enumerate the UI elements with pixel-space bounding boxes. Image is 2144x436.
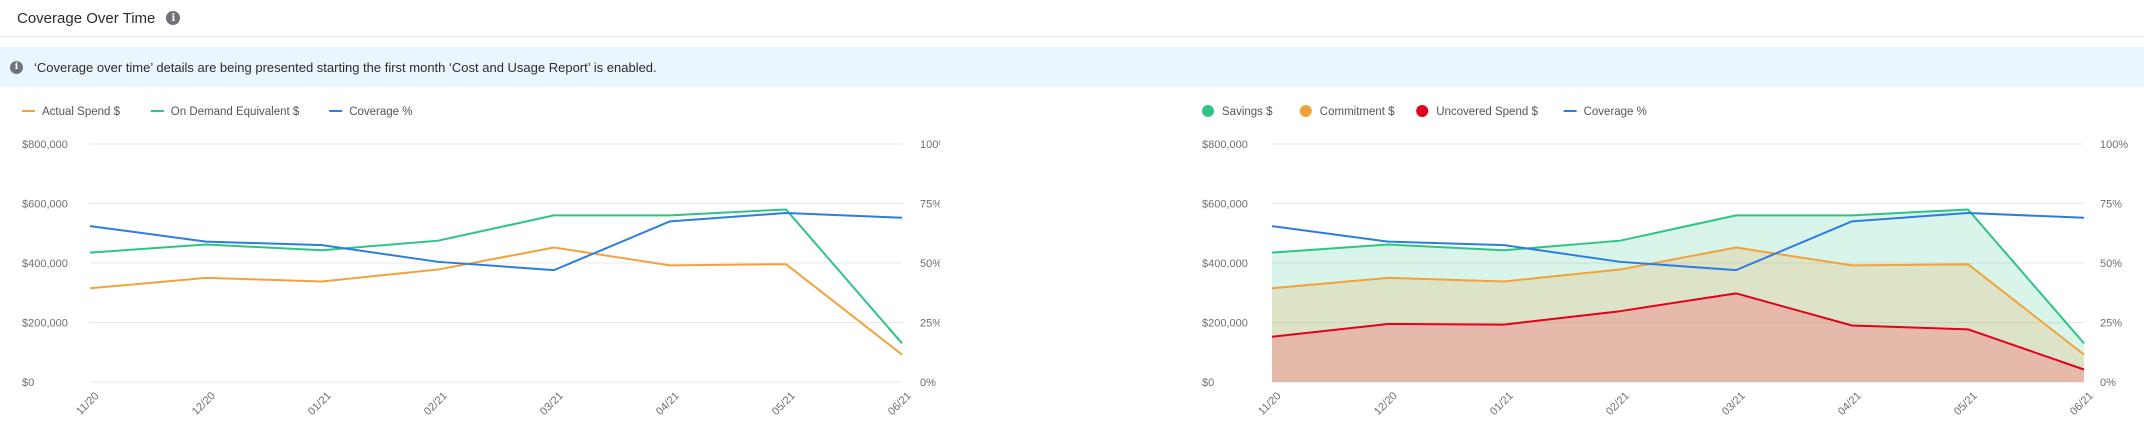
legend-label: Coverage % <box>349 106 412 118</box>
section-header: Coverage Over Time i <box>0 0 2144 37</box>
y2-axis-tick-label: 50% <box>2100 258 2122 270</box>
y2-axis-tick-label: 0% <box>2100 377 2116 389</box>
y2-axis-tick-label: 100% <box>2100 139 2128 151</box>
x-axis-tick-label: 02/21 <box>1604 390 1632 418</box>
x-axis-tick-label: 01/21 <box>1488 390 1516 418</box>
legend-item-coverage: Coverage % <box>329 106 412 118</box>
y-axis-tick-label: $800,000 <box>22 139 68 151</box>
y-axis-tick-label: $600,000 <box>1202 199 1248 211</box>
legend-label: Coverage % <box>1584 106 1647 118</box>
legend-label: On Demand Equivalent $ <box>171 106 300 118</box>
info-icon[interactable]: i <box>166 11 181 25</box>
legend-item-coverage: Coverage % <box>1563 106 1647 118</box>
x-axis-tick-label: 05/21 <box>770 390 798 418</box>
y-axis-tick-label: $800,000 <box>1202 139 1248 151</box>
y-axis-tick-label: $200,000 <box>22 318 68 330</box>
y-axis-tick-label: $0 <box>1202 377 1214 389</box>
series-line-coverage <box>89 212 903 272</box>
legend-marker <box>1299 105 1312 117</box>
x-axis-tick-label: 11/20 <box>1256 390 1283 417</box>
section-title: Coverage Over Time <box>17 9 156 27</box>
legend-label: Savings $ <box>1222 106 1273 118</box>
legend-item-commitment: Commitment $ <box>1299 105 1395 118</box>
legend-item-uncovered-spend: Uncovered Spend $ <box>1416 105 1538 118</box>
y2-axis-tick-label: 25% <box>2100 318 2122 330</box>
y-axis-tick-label: $200,000 <box>1202 318 1248 330</box>
x-axis-tick-label: 03/21 <box>1720 390 1748 418</box>
x-axis-tick-label: 06/21 <box>886 390 914 418</box>
x-axis-tick-label: 01/21 <box>306 390 334 418</box>
x-axis-tick-label: 04/21 <box>1836 390 1864 418</box>
coverage-line-chart: $0 $200,000 $400,000 $600,000 $800,000 0% 25% 5… <box>22 106 940 418</box>
legend-marker <box>1202 105 1214 117</box>
info-banner: i ‘Coverage over time’ details are being… <box>0 47 2144 87</box>
series-line-on-demand-equivalent <box>89 208 903 344</box>
legend-label: Uncovered Spend $ <box>1436 106 1538 118</box>
x-axis-tick-label: 04/21 <box>654 390 682 418</box>
x-axis-tick-label: 05/21 <box>1952 390 1980 418</box>
y2-axis-tick-label: 25% <box>920 318 940 330</box>
y-axis-tick-label: $400,000 <box>1202 258 1248 270</box>
x-axis-tick-label: 11/20 <box>74 390 101 417</box>
y2-axis-tick-label: 75% <box>920 199 940 211</box>
series-line-actual-spend <box>89 246 903 356</box>
legend-label: Commitment $ <box>1320 106 1395 118</box>
y-axis-tick-label: $400,000 <box>22 258 68 270</box>
x-axis-tick-label: 12/20 <box>190 390 218 418</box>
x-axis-tick-label: 02/21 <box>422 390 450 418</box>
y2-axis-tick-label: 0% <box>920 377 936 389</box>
x-axis-tick-label: 03/21 <box>538 390 566 418</box>
legend-marker <box>1416 105 1429 117</box>
legend-item-actual-spend: Actual Spend $ <box>22 106 121 118</box>
coverage-area-chart: $0 $200,000 $400,000 $600,000 $800,000 0% 25% 5… <box>1202 105 2128 418</box>
banner-text: ‘Coverage over time’ details are being p… <box>34 59 657 75</box>
legend-item-savings: Savings $ <box>1202 105 1273 118</box>
info-icon: i <box>10 60 23 74</box>
x-axis-tick-label: 12/20 <box>1372 390 1400 418</box>
y2-axis-tick-label: 50% <box>920 258 940 270</box>
y-axis-tick-label: $0 <box>22 377 34 389</box>
y2-axis-tick-label: 75% <box>2100 199 2122 211</box>
legend-label: Actual Spend $ <box>42 106 121 118</box>
x-axis-tick-label: 06/21 <box>2068 390 2096 418</box>
y2-axis-tick-label: 100% <box>920 139 940 151</box>
legend-item-on-demand-equivalent: On Demand Equivalent $ <box>150 106 300 118</box>
y-axis-tick-label: $600,000 <box>22 199 68 211</box>
